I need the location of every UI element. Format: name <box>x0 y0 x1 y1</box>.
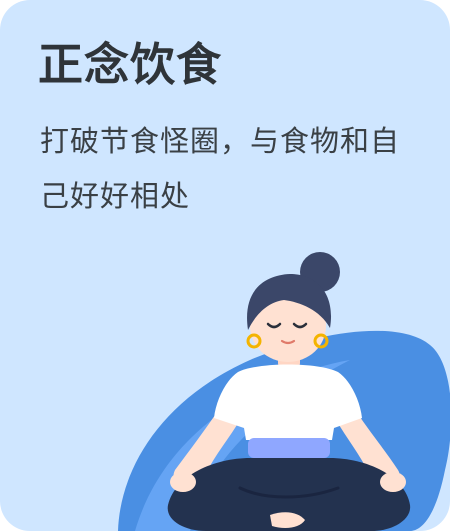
meditating-woman-illustration <box>118 252 450 531</box>
hand-left <box>170 472 196 492</box>
mindful-eating-card[interactable]: 正念饮食 打破节食怪圈，与食物和自己好好相处 <box>0 0 450 531</box>
hand-right <box>380 472 406 492</box>
waistband <box>248 438 330 458</box>
